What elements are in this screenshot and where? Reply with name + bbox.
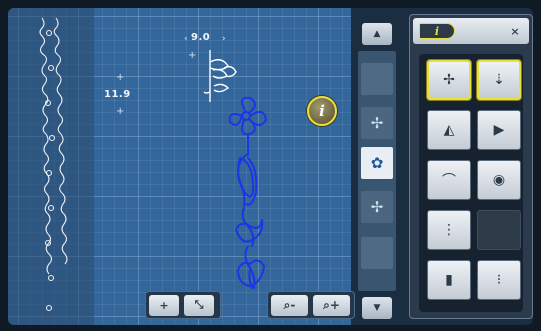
- align-tool-button[interactable]: ⇣: [477, 60, 521, 100]
- bridge-button[interactable]: ⌒: [427, 160, 471, 200]
- empty-tool-slot: [477, 210, 521, 250]
- close-icon: ×: [510, 24, 520, 38]
- mirror-vertical-button[interactable]: ▶: [477, 110, 521, 150]
- close-button[interactable]: ×: [507, 24, 523, 38]
- stitch-canvas[interactable]: ‹ 9.0 › 11.9 + + + i + ⤡ ⌕- ⌕+: [8, 8, 355, 325]
- cross-center-icon: ✢: [370, 114, 384, 132]
- flower-motif-icon: ✿: [370, 154, 384, 172]
- motif-scroll-column: ▲ ✢ ✿ ✢ ▼: [358, 23, 396, 319]
- block-button[interactable]: ▮: [427, 260, 471, 300]
- density-button[interactable]: ⁝: [477, 260, 521, 300]
- move-controls: + ⤡: [145, 291, 221, 319]
- zoom-out-button[interactable]: ⌕-: [271, 294, 308, 316]
- info-tab[interactable]: i: [419, 23, 455, 39]
- bridge-icon: ⌒: [442, 173, 456, 189]
- move-center-icon: +: [159, 298, 169, 312]
- selected-motif-outline: [203, 50, 237, 102]
- cross-center-icon: ✢: [370, 198, 384, 216]
- resize-arrows-icon: ⤡: [194, 298, 204, 311]
- rotate-button[interactable]: ◉: [477, 160, 521, 200]
- move-icon: ✢: [443, 72, 455, 88]
- stitch-length-icon: ⋮: [442, 222, 456, 238]
- stitch-pattern: [203, 50, 267, 289]
- scroll-up-button[interactable]: ▲: [362, 23, 392, 45]
- move-tool-button[interactable]: ✢: [427, 60, 471, 100]
- mirror-horizontal-button[interactable]: ◭: [427, 110, 471, 150]
- resize-button[interactable]: ⤡: [184, 294, 214, 316]
- zoom-in-icon: ⌕+: [323, 297, 340, 312]
- embroidery-screen: ‹ 9.0 › 11.9 + + + i + ⤡ ⌕- ⌕+ ▲ ✢ ✿ ✢ ▼…: [8, 8, 533, 325]
- chevron-down-icon: ▼: [373, 303, 381, 313]
- block-icon: ▮: [445, 272, 453, 288]
- info-icon: i: [319, 102, 325, 120]
- zoom-controls: ⌕- ⌕+: [267, 291, 355, 319]
- move-center-button[interactable]: +: [149, 294, 179, 316]
- motif-slot-faded-bottom[interactable]: [361, 237, 393, 269]
- zoom-out-icon: ⌕-: [283, 297, 296, 312]
- rotate-icon: ◉: [492, 172, 506, 188]
- motif-slot-cross-1[interactable]: ✢: [361, 107, 393, 139]
- info-icon: i: [434, 24, 440, 38]
- zoom-in-button[interactable]: ⌕+: [313, 294, 350, 316]
- motif-slot-faded-top[interactable]: [361, 63, 393, 95]
- motif-slot-selected[interactable]: ✿: [361, 147, 393, 179]
- info-button[interactable]: i: [307, 96, 337, 126]
- tool-grid: ✢ ⇣ ◭ ▶ ⌒ ◉ ⋮ ▮ ⁝: [419, 54, 523, 312]
- blue-stitch-pattern: [228, 96, 267, 289]
- panel-header: i ×: [413, 18, 529, 44]
- scroll-down-button[interactable]: ▼: [362, 297, 392, 319]
- align-vertical-icon: ⇣: [493, 72, 505, 88]
- density-icon: ⁝: [496, 272, 502, 288]
- chevron-up-icon: ▲: [373, 29, 381, 39]
- mirror-vertical-icon: ▶: [493, 122, 505, 138]
- mirror-horizontal-icon: ◭: [443, 122, 455, 138]
- scroll-track[interactable]: ✢ ✿ ✢: [358, 51, 396, 291]
- edit-tools-panel: i × ✢ ⇣ ◭ ▶ ⌒ ◉ ⋮ ▮ ⁝: [409, 14, 533, 319]
- motif-slot-cross-2[interactable]: ✢: [361, 191, 393, 223]
- stitch-length-button[interactable]: ⋮: [427, 210, 471, 250]
